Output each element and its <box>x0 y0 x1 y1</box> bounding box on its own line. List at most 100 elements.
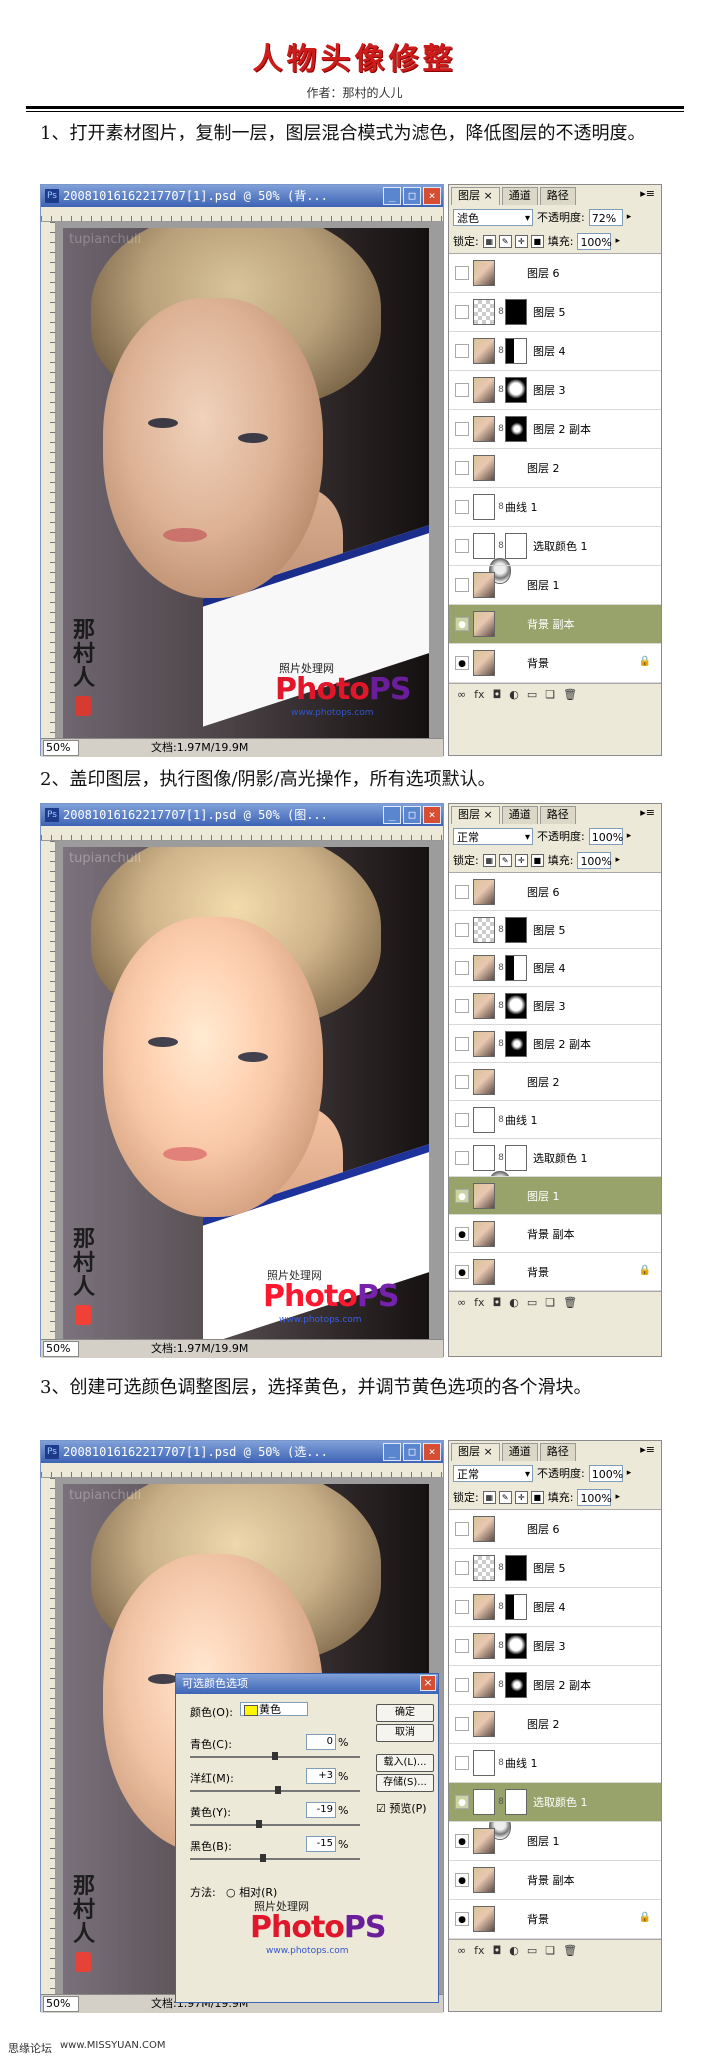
visibility-toggle[interactable] <box>455 500 469 514</box>
layer-row[interactable]: 8 图层 3 <box>449 1627 661 1666</box>
tab-paths[interactable]: 路径 <box>539 187 576 205</box>
layer-row[interactable]: 图层 2 <box>449 449 661 488</box>
layer-row-selected[interactable]: ● 8 选取颜色 1 <box>449 1783 661 1822</box>
black-slider[interactable] <box>190 1858 360 1860</box>
zoom-field[interactable]: 50% <box>43 740 79 756</box>
eye-icon[interactable]: ● <box>455 617 469 631</box>
tab-layers[interactable]: 图层 × <box>451 806 500 824</box>
canvas-area[interactable]: tupianchuli 那村人 照片处理网 PhotoPS www.photop… <box>41 222 443 738</box>
lock-all-icon[interactable]: ■ <box>530 234 544 248</box>
adjustment-icon[interactable]: ◐ <box>509 1944 519 1957</box>
layer-row[interactable]: 8 选取颜色 1 <box>449 527 661 566</box>
yellow-slider-knob[interactable] <box>256 1820 262 1828</box>
layer-row[interactable]: 8 图层 5 <box>449 1549 661 1588</box>
canvas-area[interactable]: tupianchuli 那村人 照片处理网 PhotoPS www.photop… <box>41 841 443 1339</box>
adjustment-icon[interactable]: ◐ <box>509 1296 519 1309</box>
visibility-toggle[interactable] <box>455 1150 469 1165</box>
lock-pixels-icon[interactable]: ✎ <box>498 234 512 248</box>
lock-pixels-icon[interactable]: ✎ <box>498 1490 512 1504</box>
add-mask-icon[interactable]: ◘ <box>493 1944 502 1957</box>
visibility-toggle[interactable] <box>455 383 469 397</box>
maximize-icon[interactable]: □ <box>403 806 421 824</box>
cancel-button[interactable]: 取消 <box>376 1724 434 1742</box>
opacity-input[interactable]: 100% <box>588 1464 623 1482</box>
fill-arrow-icon[interactable]: ▸ <box>615 855 620 865</box>
layer-style-icon[interactable]: fx <box>474 1296 484 1309</box>
tab-channels[interactable]: 通道 <box>501 187 538 205</box>
lock-transparency-icon[interactable]: ▦ <box>482 853 496 867</box>
lock-position-icon[interactable]: ✛ <box>514 234 528 248</box>
layer-row[interactable]: 图层 6 <box>449 873 661 911</box>
eye-icon[interactable]: ● <box>455 1226 469 1241</box>
add-mask-icon[interactable]: ◘ <box>493 1296 502 1309</box>
layer-row[interactable]: 8 图层 2 副本 <box>449 1025 661 1063</box>
eye-icon[interactable]: ● <box>455 1188 469 1203</box>
document-title-bar[interactable]: Ps 20081016162217707[1].psd @ 50% (背... … <box>41 185 443 207</box>
opacity-arrow-icon[interactable]: ▸ <box>627 212 632 222</box>
magenta-input[interactable]: +3 <box>306 1768 336 1784</box>
lock-all-icon[interactable]: ■ <box>530 1490 544 1504</box>
layer-row[interactable]: 8 图层 5 <box>449 911 661 949</box>
layer-row-selected[interactable]: ● 背景 副本 <box>449 605 661 644</box>
layer-row[interactable]: 图层 1 <box>449 566 661 605</box>
lock-transparency-icon[interactable]: ▦ <box>482 234 496 248</box>
opacity-input[interactable]: 100% <box>588 827 623 845</box>
lock-position-icon[interactable]: ✛ <box>514 853 528 867</box>
visibility-toggle[interactable] <box>455 1522 469 1536</box>
save-button[interactable]: 存储(S)... <box>376 1774 434 1792</box>
layer-row[interactable]: 8 曲线 1 <box>449 1101 661 1197</box>
document-title-bar[interactable]: Ps 20081016162217707[1].psd @ 50% (图... … <box>41 804 443 826</box>
zoom-field[interactable]: 50% <box>43 1341 79 1357</box>
dialog-title-bar[interactable]: 可选颜色选项 × <box>176 1674 438 1694</box>
new-layer-icon[interactable]: ❏ <box>545 1944 555 1957</box>
group-icon[interactable]: ▭ <box>527 1944 537 1957</box>
magenta-slider-knob[interactable] <box>275 1786 281 1794</box>
layer-row[interactable]: 8 图层 4 <box>449 332 661 371</box>
visibility-toggle[interactable] <box>455 1717 469 1731</box>
link-layers-icon[interactable]: ∞ <box>457 1296 466 1309</box>
fill-arrow-icon[interactable]: ▸ <box>615 236 620 246</box>
maximize-icon[interactable]: □ <box>403 187 421 205</box>
trash-icon[interactable]: 🗑 <box>563 1944 577 1957</box>
eye-icon[interactable]: ● <box>455 656 469 670</box>
visibility-toggle[interactable] <box>455 1074 469 1089</box>
fill-input[interactable]: 100% <box>577 232 612 250</box>
adjustment-icon[interactable]: ◐ <box>509 688 519 701</box>
lock-position-icon[interactable]: ✛ <box>514 1490 528 1504</box>
ok-button[interactable]: 确定 <box>376 1704 434 1722</box>
group-icon[interactable]: ▭ <box>527 1296 537 1309</box>
layer-row[interactable]: 8 图层 5 <box>449 293 661 332</box>
layer-row[interactable]: 8 图层 2 副本 <box>449 410 661 449</box>
blend-mode-select[interactable]: 正常 <box>453 1464 533 1483</box>
fill-input[interactable]: 100% <box>577 1488 612 1506</box>
layer-row[interactable]: 8 图层 4 <box>449 949 661 987</box>
visibility-toggle[interactable] <box>455 1756 469 1770</box>
lock-transparency-icon[interactable]: ▦ <box>482 1490 496 1504</box>
opacity-input[interactable]: 72% <box>588 208 623 226</box>
preview-checkbox[interactable]: ☑ 预览(P) <box>376 1800 427 1816</box>
group-icon[interactable]: ▭ <box>527 688 537 701</box>
visibility-toggle[interactable] <box>455 266 469 280</box>
eye-icon[interactable]: ● <box>455 1912 469 1926</box>
tab-paths[interactable]: 路径 <box>539 806 576 824</box>
panel-menu-icon[interactable]: ▸≡ <box>640 1443 655 1456</box>
layer-row[interactable]: 8 图层 4 <box>449 1588 661 1627</box>
visibility-toggle[interactable] <box>455 998 469 1013</box>
lock-pixels-icon[interactable]: ✎ <box>498 853 512 867</box>
add-mask-icon[interactable]: ◘ <box>493 688 502 701</box>
blend-mode-select[interactable]: 滤色 <box>453 208 533 227</box>
layer-row[interactable]: ● 背景 🔒 <box>449 1253 661 1291</box>
new-layer-icon[interactable]: ❏ <box>545 1296 555 1309</box>
visibility-toggle[interactable] <box>455 578 469 592</box>
zoom-field[interactable]: 50% <box>43 1996 79 2012</box>
layer-row[interactable]: ● 背景 副本 <box>449 1861 661 1900</box>
blend-mode-select[interactable]: 正常 <box>453 827 533 846</box>
close-icon[interactable]: × <box>423 806 441 824</box>
visibility-toggle[interactable] <box>455 1112 469 1127</box>
cyan-slider-knob[interactable] <box>272 1752 278 1760</box>
tab-channels[interactable]: 通道 <box>501 1443 538 1461</box>
tab-layers[interactable]: 图层 × <box>451 187 500 205</box>
visibility-toggle[interactable] <box>455 1639 469 1653</box>
black-input[interactable]: -15 <box>306 1836 336 1852</box>
visibility-toggle[interactable] <box>455 1600 469 1614</box>
